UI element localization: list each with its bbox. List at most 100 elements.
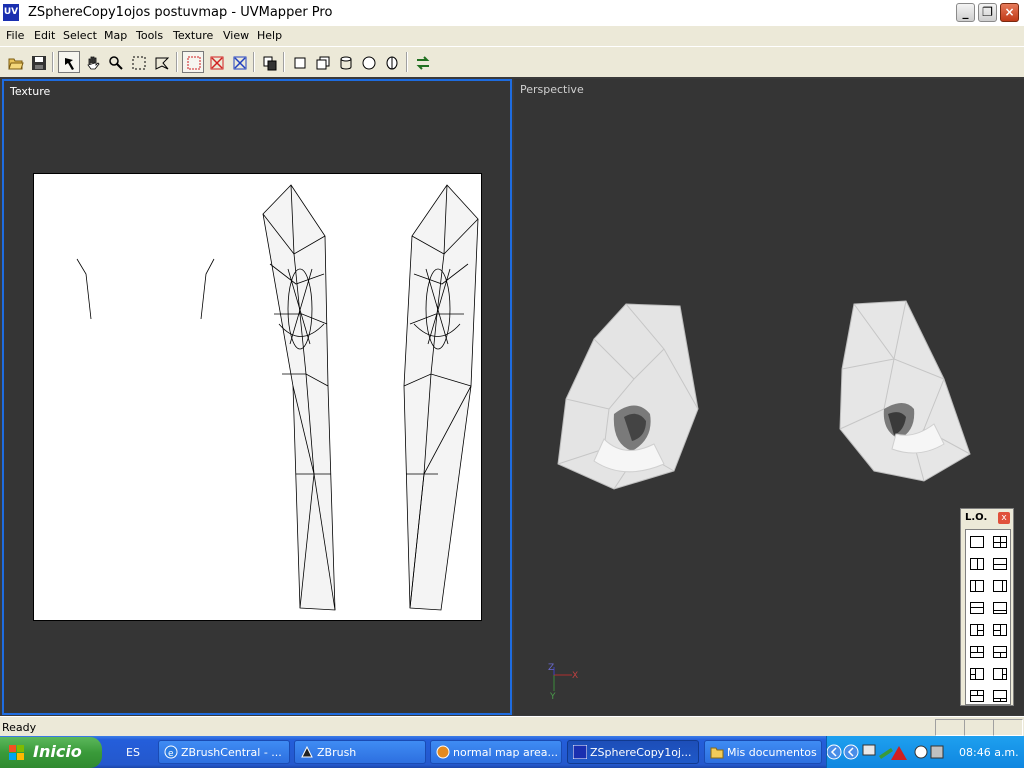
close-icon: × — [1004, 5, 1015, 19]
language-indicator[interactable]: ES — [126, 746, 140, 759]
layout-right-narrow-button[interactable] — [993, 580, 1007, 592]
marquee-select-icon — [132, 56, 146, 70]
menu-view[interactable]: View — [223, 29, 249, 42]
head-map-button[interactable] — [380, 51, 402, 73]
layout-palette: L.O. x — [960, 508, 1014, 706]
uv-wireframe — [76, 184, 479, 611]
toolbar-separator — [283, 52, 285, 72]
task-uvmapper[interactable]: ZSphereCopy1oj... — [567, 740, 699, 764]
task-label: Mis documentos — [727, 746, 817, 759]
minimize-icon: _ — [962, 5, 969, 19]
save-icon — [32, 56, 46, 70]
close-button[interactable]: × — [1000, 3, 1019, 22]
layout-left-narrow-button[interactable] — [970, 580, 984, 592]
menu-tools[interactable]: Tools — [136, 29, 163, 42]
planar-map-button[interactable] — [288, 51, 310, 73]
browser-icon: e — [164, 745, 178, 759]
layout-palette-close-button[interactable]: x — [998, 512, 1010, 524]
window-title: ZSphereCopy1ojos postuvmap - UVMapper Pr… — [28, 5, 333, 20]
uvmapper-icon — [573, 745, 587, 759]
menu-texture[interactable]: Texture — [173, 29, 213, 42]
box-map-button[interactable] — [311, 51, 333, 73]
app-icon: UV — [3, 4, 19, 21]
marquee-select-button[interactable] — [127, 51, 149, 73]
head-map-icon — [386, 56, 398, 70]
cylinder-map-button[interactable] — [334, 51, 356, 73]
swap-button[interactable] — [411, 51, 433, 73]
deselect-blue-icon — [233, 56, 247, 70]
tray-collapse-icon — [843, 744, 859, 760]
restore-button[interactable]: ❐ — [978, 3, 997, 22]
lasso-select-icon — [155, 57, 170, 70]
clock[interactable]: 08:46 a.m. — [959, 746, 1019, 759]
layout-three-b-button[interactable] — [993, 624, 1007, 636]
menu-bar: File Edit Select Map Tools Texture View … — [0, 26, 1024, 45]
tray-icons — [827, 744, 944, 760]
axis-x-label: X — [572, 671, 578, 681]
device-icon — [930, 745, 944, 759]
layout-three-e-button[interactable] — [970, 668, 984, 680]
left-eye-mesh — [557, 303, 699, 490]
layout-three-h-button[interactable] — [993, 690, 1007, 702]
layout-three-g-button[interactable] — [970, 690, 984, 702]
minimize-button[interactable]: _ — [956, 3, 975, 22]
status-pane — [964, 719, 994, 736]
sphere-map-button[interactable] — [357, 51, 379, 73]
layout-bottom-narrow-button[interactable] — [993, 602, 1007, 614]
task-normal-map[interactable]: normal map area... — [430, 740, 562, 764]
axis-z-label: Z — [548, 663, 554, 673]
menu-select[interactable]: Select — [63, 29, 97, 42]
sphere-map-icon — [362, 56, 376, 70]
perspective-viewport[interactable]: Perspective Z X Y — [514, 79, 1024, 715]
menu-edit[interactable]: Edit — [34, 29, 55, 42]
select-red-icon — [187, 56, 201, 70]
uv-map-canvas[interactable] — [33, 173, 482, 621]
pan-tool-button[interactable] — [81, 51, 103, 73]
workspace: Texture Perspective Z X Y — [0, 77, 1024, 716]
layout-split-h-button[interactable] — [993, 558, 1007, 570]
layout-split-v-button[interactable] — [970, 558, 984, 570]
deselect-blue-button[interactable] — [228, 51, 250, 73]
lasso-select-button[interactable] — [150, 51, 172, 73]
undo-arrow-icon — [65, 58, 74, 70]
task-label: ZBrushCentral - ... — [181, 746, 282, 759]
deselect-red-icon — [210, 56, 224, 70]
layout-single-button[interactable] — [970, 536, 984, 548]
adobe-icon — [891, 746, 907, 760]
axis-gizmo: Z X Y — [548, 663, 578, 702]
layout-three-a-button[interactable] — [970, 624, 984, 636]
task-zbrushcentral[interactable]: e ZBrushCentral - ... — [158, 740, 290, 764]
layout-three-c-button[interactable] — [970, 646, 984, 658]
layout-options-grid — [965, 529, 1011, 705]
right-eye-mesh — [839, 300, 971, 482]
layout-palette-title: L.O. — [965, 512, 988, 523]
select-tool-button[interactable] — [58, 51, 80, 73]
copy-button[interactable] — [258, 51, 280, 73]
task-zbrush[interactable]: ZBrush — [294, 740, 426, 764]
zoom-tool-button[interactable] — [104, 51, 126, 73]
layout-three-f-button[interactable] — [993, 668, 1007, 680]
status-bar: Ready — [0, 716, 1024, 737]
windows-logo-icon — [9, 745, 24, 760]
magnify-icon — [109, 56, 123, 70]
menu-help[interactable]: Help — [257, 29, 282, 42]
menu-map[interactable]: Map — [104, 29, 127, 42]
layout-quad-button[interactable] — [993, 536, 1007, 548]
copy-icon — [263, 56, 277, 71]
menu-file[interactable]: File — [6, 29, 24, 42]
open-button[interactable] — [4, 51, 26, 73]
layout-top-narrow-button[interactable] — [970, 602, 984, 614]
deselect-red-button[interactable] — [205, 51, 227, 73]
toolbar-separator — [253, 52, 255, 72]
box-map-icon — [294, 57, 306, 69]
start-label: Inicio — [33, 742, 82, 761]
swap-arrows-icon — [416, 56, 430, 70]
save-button[interactable] — [27, 51, 49, 73]
hand-pan-icon — [87, 56, 100, 70]
layout-three-d-button[interactable] — [993, 646, 1007, 658]
cylinder-map-icon — [340, 56, 352, 70]
start-button[interactable]: Inicio — [0, 737, 102, 768]
texture-viewport[interactable]: Texture — [2, 79, 512, 715]
select-mode-button[interactable] — [182, 51, 204, 73]
task-mis-documentos[interactable]: Mis documentos — [704, 740, 822, 764]
